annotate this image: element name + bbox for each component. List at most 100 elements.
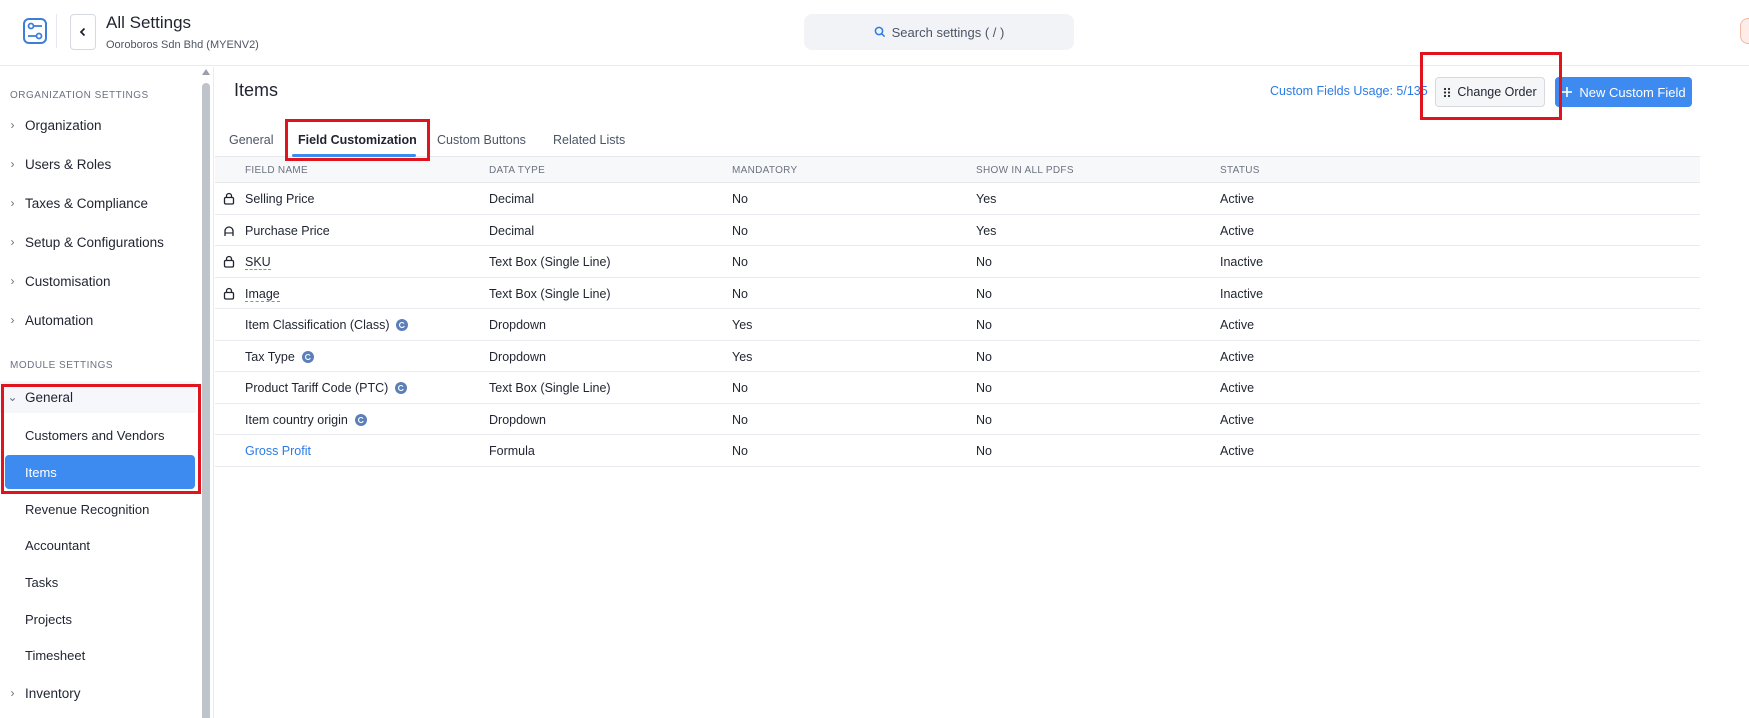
top-bar: All Settings Ooroboros Sdn Bhd (MYENV2) … — [0, 0, 1749, 66]
field-name: Gross Profit — [245, 444, 311, 458]
field-name: Item country origin — [245, 413, 367, 427]
gross-profit-link[interactable]: Gross Profit — [245, 444, 311, 458]
status: Active — [1220, 444, 1255, 458]
sidebar-item-taxes-compliance[interactable]: › Taxes & Compliance — [0, 187, 196, 219]
field-name: Tax Type — [245, 350, 314, 364]
header-divider — [56, 14, 57, 48]
tab-custom-buttons[interactable]: Custom Buttons — [437, 133, 526, 147]
status: Active — [1220, 349, 1255, 364]
data-type: Dropdown — [489, 318, 546, 332]
field-name: Selling Price — [245, 192, 315, 206]
sidebar-scrollbar[interactable] — [200, 67, 212, 718]
sync-info-icon[interactable] — [396, 319, 409, 331]
mandatory: No — [732, 381, 748, 395]
mandatory: No — [732, 444, 748, 458]
chevron-down-icon: ⌄ — [7, 390, 18, 404]
lock-icon — [223, 287, 235, 300]
chevron-right-icon: › — [10, 686, 15, 700]
settings-sidebar: ORGANIZATION SETTINGS › Organization › Use… — [0, 67, 214, 718]
mandatory: No — [732, 412, 748, 427]
sidebar-item-users-roles[interactable]: › Users & Roles — [0, 148, 196, 180]
plus-icon — [1562, 87, 1573, 97]
status: Active — [1220, 318, 1255, 332]
sidebar-item-setup-configurations[interactable]: › Setup & Configurations — [0, 226, 196, 258]
status: Inactive — [1220, 286, 1264, 301]
new-custom-field-button[interactable]: New Custom Field — [1555, 77, 1692, 107]
column-header-data-type[interactable]: DATA TYPE — [489, 165, 545, 176]
show-in-pdfs: Yes — [976, 192, 997, 206]
sync-info-icon[interactable] — [301, 350, 314, 363]
field-name: Image — [245, 286, 280, 302]
column-header-mandatory[interactable]: MANDATORY — [732, 165, 798, 176]
show-in-pdfs: No — [976, 444, 992, 458]
tab-general[interactable]: General — [229, 133, 273, 147]
data-type: Text Box (Single Line) — [489, 286, 611, 301]
search-input[interactable]: Search settings ( / ) — [804, 14, 1074, 50]
data-type: Decimal — [489, 223, 535, 238]
column-header-show-in-pdfs[interactable]: SHOW IN ALL PDFS — [976, 165, 1074, 176]
mandatory: Yes — [732, 349, 753, 364]
sidebar-item-customisation[interactable]: › Customisation — [0, 265, 196, 297]
show-in-pdfs: No — [976, 255, 992, 269]
data-type: Dropdown — [489, 412, 546, 427]
column-header-field-name[interactable]: FIELD NAME — [245, 165, 308, 176]
tab-bar: General Field Customization Custom Butto… — [215, 125, 1700, 157]
organization-name: Ooroboros Sdn Bhd (MYENV2) — [106, 39, 259, 51]
search-placeholder: Search settings ( / ) — [891, 24, 1005, 40]
sidebar-item-customers-vendors[interactable]: Customers and Vendors — [5, 418, 195, 452]
sidebar-item-revenue-recognition[interactable]: Revenue Recognition — [5, 492, 195, 526]
back-button[interactable] — [70, 14, 96, 50]
profile-avatar[interactable] — [1740, 18, 1749, 44]
show-in-pdfs: No — [976, 381, 992, 395]
settings-app-icon[interactable] — [20, 16, 50, 46]
tab-field-customization[interactable]: Field Customization — [298, 133, 417, 147]
mandatory: No — [732, 286, 748, 301]
sidebar-item-timesheet[interactable]: Timesheet — [5, 638, 195, 672]
table-row[interactable]: Tax Type Dropdown Yes No Active — [215, 341, 1700, 372]
sidebar-item-organization[interactable]: › Organization — [0, 109, 196, 141]
sidebar-item-accountant[interactable]: Accountant — [5, 528, 195, 562]
table-row[interactable]: Selling Price Decimal No Yes Active — [215, 183, 1700, 215]
field-name: Product Tariff Code (PTC) — [245, 381, 408, 395]
data-type: Text Box (Single Line) — [489, 381, 611, 395]
chevron-right-icon: › — [10, 235, 15, 249]
tab-related-lists[interactable]: Related Lists — [553, 133, 625, 147]
page-title: All Settings — [106, 13, 192, 32]
data-type: Decimal — [489, 192, 535, 206]
module-settings-heading: MODULE SETTINGS — [10, 360, 114, 371]
items-title: Items — [234, 80, 279, 100]
lock-icon — [223, 255, 235, 268]
table-row[interactable]: Item Classification (Class) Dropdown Yes… — [215, 309, 1700, 341]
chevron-right-icon: › — [10, 313, 15, 327]
status: Inactive — [1220, 255, 1264, 269]
table-row[interactable]: Gross Profit Formula No No Active — [215, 435, 1700, 467]
custom-fields-usage-link[interactable]: Custom Fields Usage: 5/135 — [1270, 84, 1428, 98]
data-type: Text Box (Single Line) — [489, 255, 611, 269]
table-row[interactable]: Purchase Price Decimal No Yes Active — [215, 215, 1700, 246]
status: Active — [1220, 412, 1255, 427]
sidebar-item-projects[interactable]: Projects — [5, 602, 195, 636]
column-header-status[interactable]: STATUS — [1220, 165, 1260, 176]
scroll-up-arrow-icon[interactable] — [202, 69, 210, 75]
sidebar-item-inventory[interactable]: › Inventory — [0, 677, 196, 709]
sidebar-item-automation[interactable]: › Automation — [0, 304, 196, 336]
chevron-right-icon: › — [10, 196, 15, 210]
main-content: Items Custom Fields Usage: 5/135 Change … — [215, 67, 1749, 718]
chevron-left-icon — [79, 27, 86, 37]
mandatory: No — [732, 192, 748, 206]
chevron-right-icon: › — [10, 157, 15, 171]
sync-info-icon[interactable] — [354, 413, 367, 426]
sync-info-icon[interactable] — [395, 382, 408, 394]
sidebar-item-items[interactable]: Items — [5, 455, 195, 489]
chevron-right-icon: › — [10, 118, 15, 132]
change-order-button[interactable]: Change Order — [1435, 77, 1545, 107]
unlock-icon — [224, 225, 234, 236]
table-row[interactable]: SKU Text Box (Single Line) No No Inactiv… — [215, 246, 1700, 278]
org-settings-heading: ORGANIZATION SETTINGS — [10, 90, 149, 101]
table-row[interactable]: Item country origin Dropdown No No Activ… — [215, 404, 1700, 435]
sidebar-item-general[interactable]: ⌄ General — [0, 381, 196, 413]
scrollbar-thumb[interactable] — [202, 83, 210, 718]
table-row[interactable]: Image Text Box (Single Line) No No Inact… — [215, 278, 1700, 309]
table-row[interactable]: Product Tariff Code (PTC) Text Box (Sing… — [215, 372, 1700, 404]
sidebar-item-tasks[interactable]: Tasks — [5, 565, 195, 599]
